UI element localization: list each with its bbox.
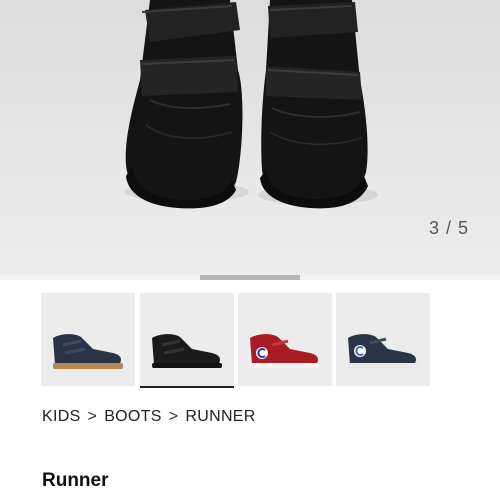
navy-boot-thumbnail-icon — [53, 334, 123, 369]
thumbnail-red[interactable] — [238, 293, 332, 386]
image-counter: 3 / 5 — [428, 218, 469, 238]
black-boots-image — [125, 0, 378, 209]
thumbnail-black[interactable] — [140, 293, 234, 388]
product-main-image[interactable]: 3 / 5 — [0, 0, 500, 275]
thumbnail-strip — [41, 293, 461, 388]
breadcrumb-boots[interactable]: BOOTS — [104, 408, 162, 425]
navy-white-boot-thumbnail-icon — [348, 334, 418, 368]
gallery-scrollbar[interactable] — [0, 275, 500, 280]
breadcrumb-separator: > — [168, 408, 179, 425]
product-title: Runner — [42, 470, 109, 491]
breadcrumb-kids[interactable]: KIDS — [42, 408, 81, 425]
breadcrumb: KIDS > BOOTS > RUNNER — [42, 408, 256, 426]
right-boot — [258, 0, 378, 209]
red-boot-thumbnail-icon — [250, 334, 320, 368]
thumbnail-navy-white[interactable] — [336, 293, 430, 386]
breadcrumb-runner[interactable]: RUNNER — [185, 408, 255, 425]
breadcrumb-separator: > — [87, 408, 98, 425]
black-boot-thumbnail-icon — [152, 334, 222, 368]
left-boot — [125, 0, 249, 209]
thumbnail-navy[interactable] — [41, 293, 135, 386]
gallery-scrollbar-thumb[interactable] — [200, 275, 300, 280]
